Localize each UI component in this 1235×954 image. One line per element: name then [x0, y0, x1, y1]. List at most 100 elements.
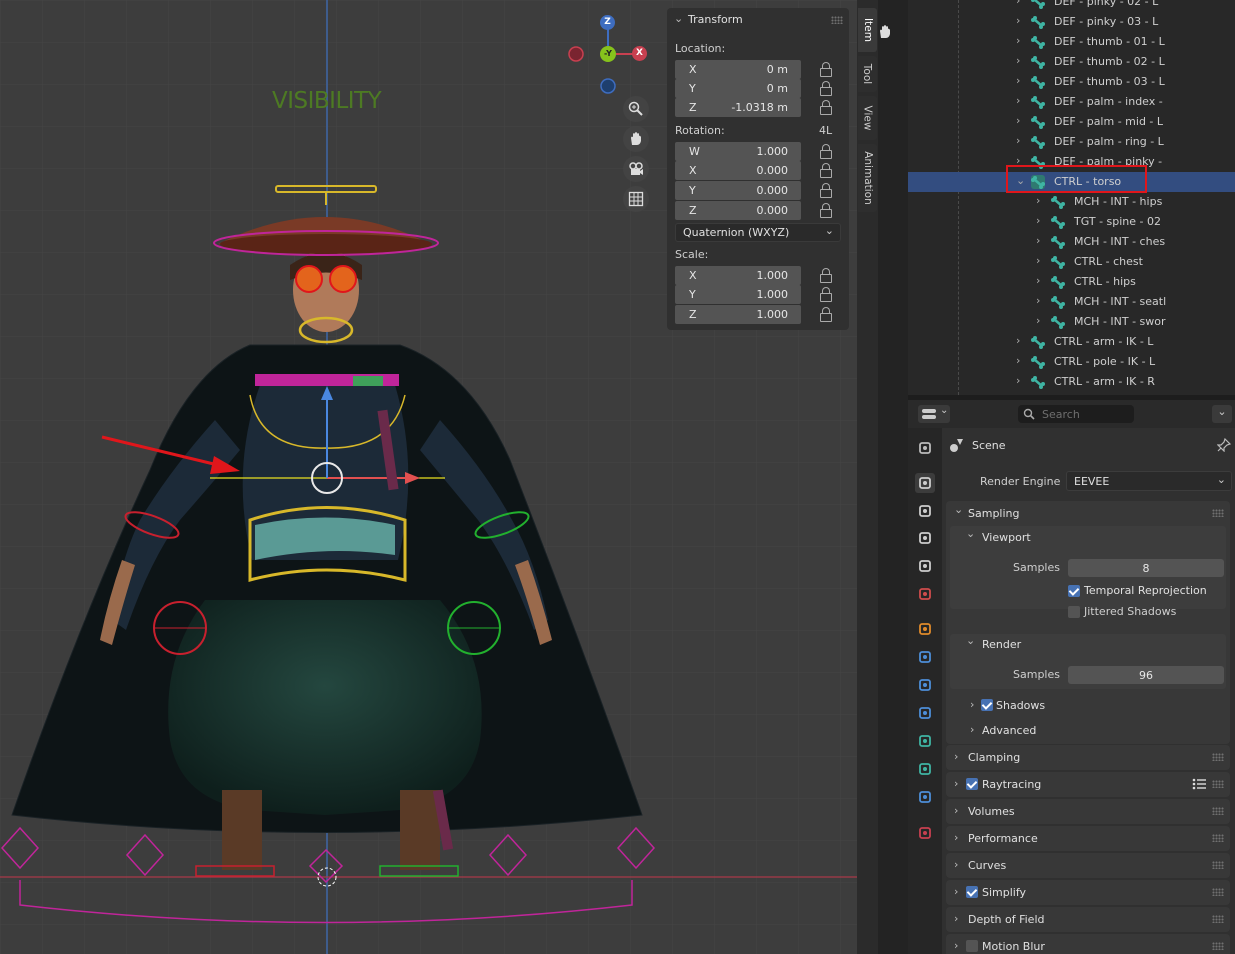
rotation-z-field[interactable]: Z 0.000 [675, 201, 801, 220]
editor-type-dropdown[interactable]: ⌄ [918, 405, 950, 423]
outliner-row[interactable]: › MCH - INT - hips [908, 192, 1235, 212]
3d-viewport[interactable]: VISIBILITY Z -Y X ⌄ Transform Location: … [0, 0, 857, 954]
drag-handle-icon[interactable] [1212, 861, 1224, 869]
outliner-row[interactable]: › DEF - pinky - 02 - L [908, 0, 1235, 12]
lock-icon[interactable] [820, 81, 832, 96]
zoom-icon[interactable] [623, 96, 649, 122]
chevron-right-icon[interactable]: › [1016, 0, 1020, 7]
gizmo-neg-y[interactable]: -Y [600, 46, 616, 62]
outliner-row[interactable]: › MCH - INT - swor [908, 312, 1235, 332]
outliner-row[interactable]: › DEF - palm - mid - L [908, 112, 1235, 132]
chevron-right-icon[interactable]: › [1036, 254, 1040, 267]
render-engine-dropdown[interactable]: EEVEE ⌄ [1066, 471, 1232, 491]
tab-view[interactable]: View [858, 96, 877, 140]
panel-curves[interactable]: › Curves [946, 853, 1230, 878]
panel-raytracing[interactable]: › Raytracing [946, 772, 1230, 797]
drag-handle-icon[interactable] [1212, 753, 1224, 761]
panel-performance[interactable]: › Performance [946, 826, 1230, 851]
outliner-row[interactable]: › CTRL - hips [908, 272, 1235, 292]
chevron-right-icon[interactable]: › [1016, 334, 1020, 347]
panel-motion-blur[interactable]: › Motion Blur [946, 934, 1230, 954]
chevron-right-icon[interactable]: › [1016, 94, 1020, 107]
drag-handle-icon[interactable] [1212, 915, 1224, 923]
chevron-right-icon[interactable]: › [1036, 194, 1040, 207]
viewport-samples-field[interactable]: 8 [1068, 559, 1224, 577]
view-layer-icon[interactable] [915, 528, 935, 548]
chevron-right-icon[interactable]: › [1036, 314, 1040, 327]
render-subpanel[interactable]: ⌄ Render Samples 96 [950, 634, 1226, 689]
render-icon[interactable] [915, 473, 935, 493]
chevron-right-icon[interactable]: › [954, 777, 958, 790]
transform-panel[interactable]: ⌄ Transform Location: X0 m Y0 m Z -1.0318… [667, 8, 849, 330]
hand-pan-icon[interactable] [877, 24, 893, 40]
chevron-right-icon[interactable]: › [1036, 274, 1040, 287]
properties-editor[interactable]: ⌄ Search ⌄ Scene Render Engine EEVEE ⌄ ⌄… [908, 400, 1235, 954]
chevron-right-icon[interactable]: › [970, 723, 974, 736]
lock-icon[interactable] [820, 268, 832, 283]
outliner-row[interactable]: › DEF - pinky - 03 - L [908, 12, 1235, 32]
lock-icon[interactable] [820, 144, 832, 159]
modifier-icon[interactable] [915, 647, 935, 667]
panel-enable-checkbox[interactable] [966, 886, 978, 898]
location-z-field[interactable]: Z -1.0318 m [675, 98, 801, 117]
chevron-right-icon[interactable]: › [1016, 14, 1020, 27]
drag-handle-icon[interactable] [1212, 807, 1224, 815]
chevron-down-icon[interactable]: ⌄ [966, 527, 975, 540]
viewport-subpanel[interactable]: ⌄ Viewport Samples 8 Temporal Reprojecti… [950, 526, 1226, 618]
chevron-right-icon[interactable]: › [954, 831, 958, 844]
outliner-row[interactable]: › CTRL - chest [908, 252, 1235, 272]
chevron-right-icon[interactable]: › [1016, 74, 1020, 87]
location-y-field[interactable]: Y0 m [675, 79, 801, 98]
render-samples-field[interactable]: 96 [1068, 666, 1224, 684]
outliner-row[interactable]: › CTRL - arm - IK - L [908, 332, 1235, 352]
drag-handle-icon[interactable] [1212, 780, 1224, 788]
list-icon[interactable] [1192, 778, 1206, 790]
grid-icon[interactable] [623, 186, 649, 212]
chevron-right-icon[interactable]: › [954, 939, 958, 952]
outliner-row[interactable]: › DEF - palm - index - [908, 92, 1235, 112]
lock-icon[interactable] [820, 100, 832, 115]
chevron-right-icon[interactable]: › [954, 750, 958, 763]
physics-icon[interactable] [915, 703, 935, 723]
chevron-right-icon[interactable]: › [1016, 134, 1020, 147]
chevron-right-icon[interactable]: › [954, 804, 958, 817]
bone-constraint-icon[interactable] [915, 787, 935, 807]
rotation-lock-4l[interactable]: 4L [819, 124, 832, 137]
outliner-row[interactable]: › CTRL - pole - IK - L [908, 352, 1235, 372]
outliner-row[interactable]: › DEF - thumb - 02 - L [908, 52, 1235, 72]
lock-icon[interactable] [820, 183, 832, 198]
chevron-right-icon[interactable]: › [1016, 114, 1020, 127]
outliner-row[interactable]: › TGT - spine - 02 [908, 212, 1235, 232]
lock-icon[interactable] [820, 203, 832, 218]
chevron-right-icon[interactable]: › [1036, 294, 1040, 307]
search-input[interactable]: Search [1018, 405, 1134, 423]
lock-icon[interactable] [820, 287, 832, 302]
chevron-right-icon[interactable]: › [954, 858, 958, 871]
outliner-row[interactable]: › DEF - thumb - 03 - L [908, 72, 1235, 92]
tab-tool[interactable]: Tool [858, 56, 877, 92]
temporal-reprojection-checkbox[interactable] [1068, 585, 1080, 597]
drag-handle-icon[interactable] [1212, 509, 1224, 517]
gizmo-x[interactable]: X [632, 46, 647, 61]
panel-volumes[interactable]: › Volumes [946, 799, 1230, 824]
rotation-w-field[interactable]: W 1.000 [675, 142, 801, 161]
drag-handle-icon[interactable] [1212, 942, 1224, 950]
outliner-row[interactable]: › DEF - thumb - 01 - L [908, 32, 1235, 52]
outliner-row[interactable]: › MCH - INT - seatl [908, 292, 1235, 312]
tab-item[interactable]: Item [858, 8, 877, 52]
scale-y-field[interactable]: Y 1.000 [675, 285, 801, 304]
pin-icon[interactable] [1217, 438, 1231, 452]
drag-handle-icon[interactable] [1212, 834, 1224, 842]
scale-x-field[interactable]: X 1.000 [675, 266, 801, 285]
tab-animation[interactable]: Animation [858, 144, 877, 212]
camera-icon[interactable] [623, 156, 649, 182]
drag-handle-icon[interactable] [831, 16, 843, 24]
sampling-panel[interactable]: ⌄ Sampling ⌄ Viewport Samples 8 Temporal… [946, 501, 1230, 744]
drag-handle-icon[interactable] [1212, 888, 1224, 896]
chevron-right-icon[interactable]: › [1036, 214, 1040, 227]
tool-icon[interactable] [915, 438, 935, 458]
chevron-down-icon[interactable]: ⌄ [966, 634, 975, 647]
chevron-right-icon[interactable]: › [970, 698, 974, 711]
shadows-checkbox[interactable] [981, 699, 993, 711]
jittered-shadows-checkbox[interactable] [1068, 606, 1080, 618]
